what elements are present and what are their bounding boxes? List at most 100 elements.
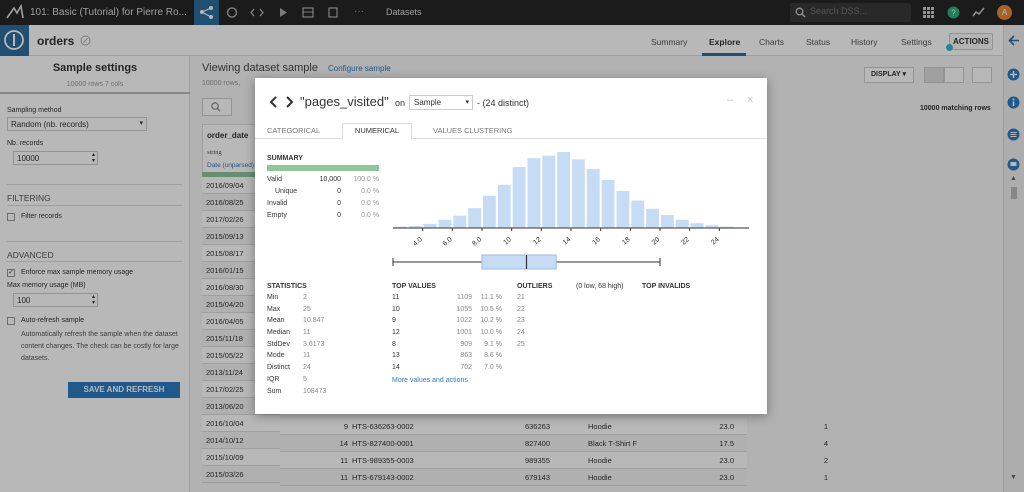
top-invalids-title: TOP INVALIDS xyxy=(642,283,691,290)
top-value: 9 xyxy=(392,317,396,325)
tab-values-clustering[interactable]: VALUES CLUSTERING xyxy=(433,126,512,135)
top-value: 8 xyxy=(392,340,396,348)
x-tick-label: 14 xyxy=(562,236,573,246)
chevron-down-icon: ▾ xyxy=(465,99,469,106)
top-value: 13 xyxy=(392,352,400,360)
statistic-label: Median xyxy=(267,329,290,337)
outlier-value: 21 xyxy=(517,294,525,301)
minimize-icon[interactable]: – xyxy=(727,94,733,106)
summary-pct: 0.0 % xyxy=(361,212,379,219)
x-tick-label: 6.0 xyxy=(442,236,454,248)
histogram-bar xyxy=(453,215,467,228)
boxplot-box xyxy=(481,254,557,270)
x-tick-label: 18 xyxy=(621,236,632,246)
top-value-pct: 9.1 % xyxy=(484,340,502,348)
top-value-pct: 10.2 % xyxy=(480,317,502,325)
summary-row: Empty 0 0.0 % xyxy=(267,212,382,224)
statistic-row: Max 25 xyxy=(267,306,347,318)
x-tick-label: 12 xyxy=(532,236,543,246)
top-value-row: 9 1022 10.2 % xyxy=(392,317,502,329)
statistic-value: 10.847 xyxy=(303,317,325,325)
top-value-count: 702 xyxy=(460,364,472,372)
summary-title: SUMMARY xyxy=(267,155,303,162)
histogram-bar xyxy=(468,208,481,228)
x-tick-label: 4.0 xyxy=(412,236,424,248)
summary-rows: Valid 10,000 100.0 % Unique 0 0.0 % Invalid 0 0.… xyxy=(267,176,382,224)
outlier-value: 22 xyxy=(517,305,525,313)
top-value-pct: 11.1 % xyxy=(480,294,502,301)
histogram-bar xyxy=(423,223,437,228)
statistic-value: 11 xyxy=(303,352,311,360)
histogram-bar xyxy=(438,219,452,228)
statistic-label: IQR xyxy=(267,375,280,383)
histogram-bar xyxy=(675,219,689,228)
top-value-count: 863 xyxy=(460,352,472,360)
outlier-value: 25 xyxy=(517,340,525,348)
statistic-row: IQR 5 xyxy=(267,376,347,388)
summary-pct: 0.0 % xyxy=(361,200,379,207)
histogram-bar xyxy=(616,190,630,228)
statistic-value: 108473 xyxy=(303,387,327,395)
statistic-row: Median 11 xyxy=(267,329,347,341)
top-value-row: 11 1109 11.1 % xyxy=(392,294,502,306)
chevron-right-icon[interactable] xyxy=(285,96,294,108)
statistic-label: StdDev xyxy=(267,340,290,348)
histogram-bar xyxy=(601,179,615,228)
statistic-value: 11 xyxy=(303,329,311,337)
summary-count: 10,000 xyxy=(319,176,341,183)
top-values-title: TOP VALUES xyxy=(392,283,436,290)
statistic-label: Min xyxy=(267,294,279,301)
summary-count: 0 xyxy=(337,200,341,207)
summary-label: Invalid xyxy=(267,200,288,207)
x-tick-label: 16 xyxy=(591,236,602,246)
tab-categorical[interactable]: CATEGORICAL xyxy=(267,126,320,135)
top-value: 12 xyxy=(392,329,400,337)
summary-pct: 0.0 % xyxy=(361,188,379,195)
top-value: 11 xyxy=(392,294,400,301)
statistic-value: 5 xyxy=(303,375,307,383)
top-values-rows: 11 1109 11.1 % 10 1055 10.5 % 9 1022 10.2 % 12 100… xyxy=(392,294,502,376)
chevron-left-icon[interactable] xyxy=(269,96,278,108)
summary-count: 0 xyxy=(337,188,341,195)
top-value-row: 13 863 8.6 % xyxy=(392,352,502,364)
column-analysis-modal: "pages_visited" on Sample ▾ - (24 distin… xyxy=(255,78,767,414)
statistic-row: Distinct 24 xyxy=(267,364,347,376)
statistics-rows: Min 2 Max 25 Mean 10.847 Median 11 StdDev 3.6173 M… xyxy=(267,294,347,399)
top-value: 14 xyxy=(392,364,400,372)
statistic-value: 24 xyxy=(303,364,311,372)
histogram-bar xyxy=(483,195,496,228)
histogram-bar xyxy=(512,167,526,228)
sample-select-value: Sample xyxy=(414,98,442,107)
histogram-bar xyxy=(690,223,704,228)
summary-label: Valid xyxy=(267,176,283,183)
top-value-row: 10 1055 10.5 % xyxy=(392,306,502,318)
statistic-row: Min 2 xyxy=(267,294,347,306)
top-value-row: 8 909 9.1 % xyxy=(392,341,502,353)
top-value-count: 1001 xyxy=(456,329,472,337)
statistic-value: 3.6173 xyxy=(303,340,325,348)
x-tick-label: 10 xyxy=(502,236,513,246)
histogram-bar xyxy=(542,155,556,228)
statistics-title: STATISTICS xyxy=(267,283,307,290)
summary-label: Unique xyxy=(275,188,298,195)
top-value-row: 12 1001 10.0 % xyxy=(392,329,502,341)
histogram-bar xyxy=(631,200,645,228)
outlier-value: 24 xyxy=(517,329,525,337)
histogram-bar xyxy=(557,152,570,228)
histogram-bar xyxy=(527,158,541,228)
statistic-label: Mode xyxy=(267,352,285,360)
top-value-pct: 10.0 % xyxy=(480,329,502,337)
more-values-link[interactable]: More values and actions xyxy=(392,377,468,384)
summary-row: Invalid 0 0.0 % xyxy=(267,200,382,212)
x-tick-label: 8.0 xyxy=(471,236,483,248)
histogram-chart: 4.0 6.0 8.0 10 12 14 16 18 20 22 24 xyxy=(392,152,749,270)
top-value-count: 1055 xyxy=(456,305,472,313)
top-value-row: 14 702 7.0 % xyxy=(392,364,502,376)
distinct-count: - (24 distinct) xyxy=(477,98,530,108)
close-icon[interactable]: × xyxy=(747,94,753,106)
top-value-count: 1022 xyxy=(456,317,472,325)
tab-numerical[interactable]: NUMERICAL xyxy=(342,123,412,140)
sample-select[interactable]: Sample ▾ xyxy=(409,95,473,110)
top-value-pct: 8.6 % xyxy=(484,352,502,360)
summary-bar xyxy=(267,165,379,171)
